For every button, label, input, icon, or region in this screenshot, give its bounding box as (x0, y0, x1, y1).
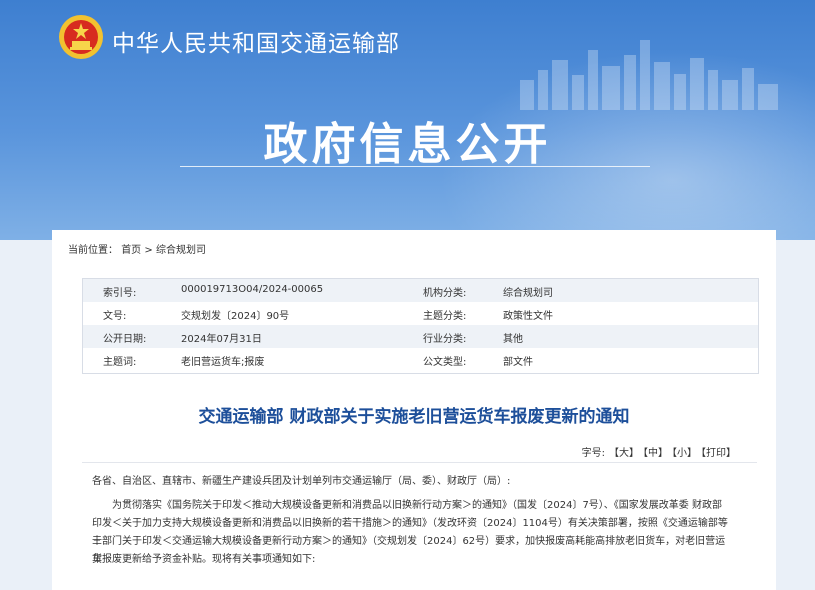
metadata-value: 部文件 (503, 357, 533, 368)
font-medium-button[interactable]: 【中】 (643, 448, 668, 459)
metadata-label: 主题词: (103, 357, 137, 368)
article-title: 交通运输部 财政部关于实施老旧营运货车报废更新的通知 (198, 407, 630, 427)
breadcrumb-current-link[interactable]: 综合规划司 (156, 245, 206, 256)
metadata-label: 文号: (103, 311, 127, 322)
print-button[interactable]: 【打印】 (701, 448, 736, 459)
breadcrumb-separator: > (144, 245, 153, 256)
metadata-label: 索引号: (103, 288, 137, 299)
article-salutation: 各省、自治区、直辖市、新疆生产建设兵团及计划单列市交通运输厅（局、委）、财政厅（… (92, 476, 511, 487)
metadata-value: 000019713O04/2024-00065 (181, 284, 324, 295)
content-panel: 当前位置： 首页 > 综合规划司 索引号: 000019713O04/2024-… (52, 230, 776, 590)
hero-underline (180, 166, 650, 167)
header-banner: 中华人民共和国交通运输部 政府信息公开 (0, 0, 815, 240)
breadcrumb: 当前位置： 首页 > 综合规划司 (68, 241, 206, 256)
article-paragraph-line: 车报废更新给予资金补贴。现将有关事项通知如下: (92, 554, 316, 565)
metadata-value: 综合规划司 (503, 288, 553, 299)
page-hero-title: 政府信息公开 (263, 119, 552, 170)
metadata-label: 公开日期: (103, 334, 147, 345)
metadata-label: 行业分类: (423, 334, 467, 345)
divider (82, 462, 757, 463)
metadata-value: 政策性文件 (503, 311, 553, 322)
metadata-row: 公开日期: 2024年07月31日 行业分类: 其他 (83, 325, 758, 348)
metadata-label: 机构分类: (423, 288, 467, 299)
font-large-button[interactable]: 【大】 (609, 448, 639, 459)
metadata-value: 老旧营运货车;报废 (181, 357, 265, 368)
font-small-button[interactable]: 【小】 (672, 448, 697, 459)
font-size-label: 字号: (581, 448, 605, 459)
font-size-controls: 字号: 【大】 【中】 【小】 【打印】 (582, 444, 736, 459)
article-paragraph-line: 为贯彻落实《国务院关于印发＜推动大规模设备更新和消费品以旧换新行动方案＞的通知》… (112, 500, 722, 511)
metadata-row: 索引号: 000019713O04/2024-00065 机构分类: 综合规划司 (83, 279, 758, 302)
national-emblem-icon (59, 15, 103, 59)
document-metadata-table: 索引号: 000019713O04/2024-00065 机构分类: 综合规划司… (82, 278, 759, 374)
metadata-value: 其他 (503, 334, 523, 345)
metadata-label: 公文类型: (423, 357, 467, 368)
city-skyline-graphic (520, 40, 778, 110)
metadata-label: 主题分类: (423, 311, 467, 322)
metadata-value: 交规划发〔2024〕90号 (181, 311, 290, 322)
site-name[interactable]: 中华人民共和国交通运输部 (112, 24, 400, 58)
metadata-row: 主题词: 老旧营运货车;报废 公文类型: 部文件 (83, 348, 758, 371)
breadcrumb-label: 当前位置： (68, 245, 118, 256)
breadcrumb-home-link[interactable]: 首页 (121, 245, 141, 256)
metadata-value: 2024年07月31日 (181, 334, 262, 345)
metadata-row: 文号: 交规划发〔2024〕90号 主题分类: 政策性文件 (83, 302, 758, 325)
